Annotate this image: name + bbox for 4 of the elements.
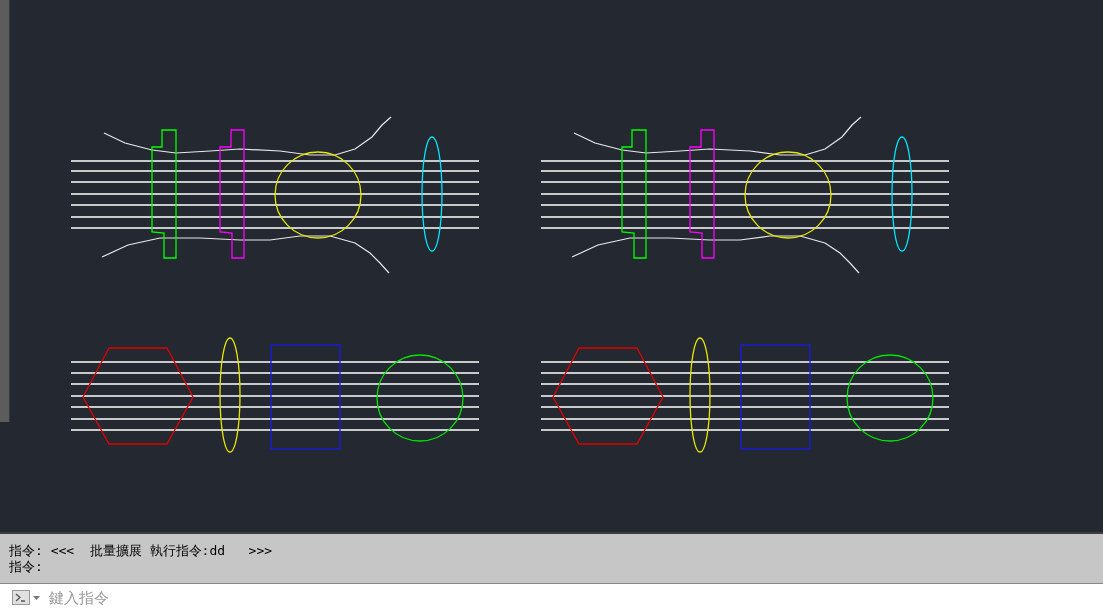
caret-icon[interactable]	[33, 595, 40, 600]
command-history-line: 指令:	[9, 559, 44, 575]
terminal-icon[interactable]	[12, 590, 30, 605]
command-history-line: 指令: <<< 批量擴展 執行指令:dd >>>	[9, 543, 274, 559]
